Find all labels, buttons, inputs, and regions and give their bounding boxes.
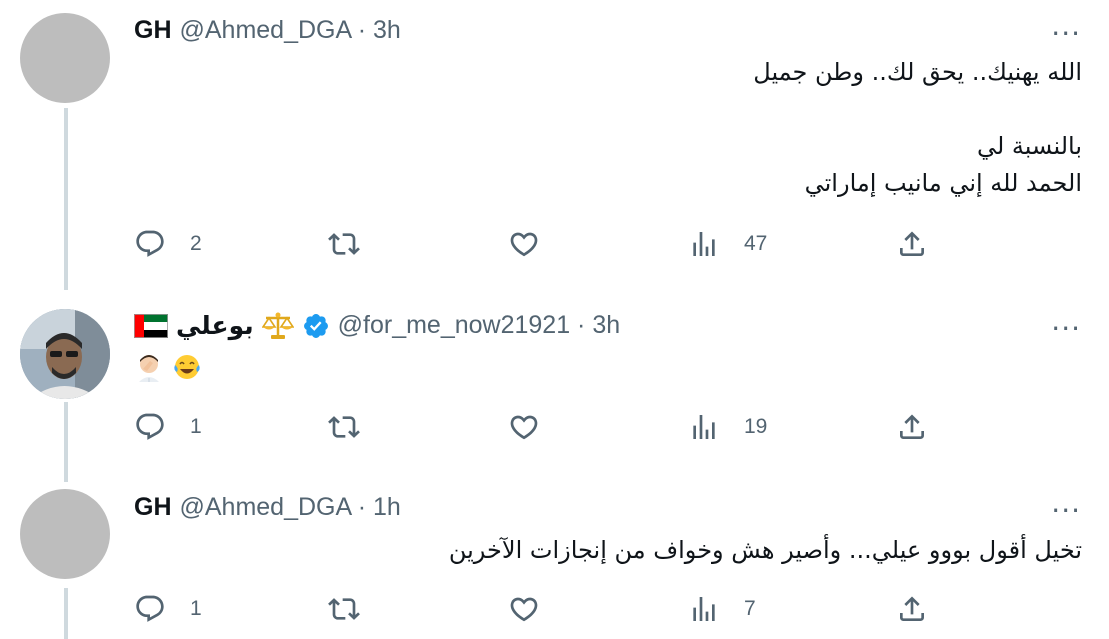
like-icon	[508, 593, 540, 625]
avatar[interactable]	[20, 489, 110, 579]
verified-badge-icon[interactable]	[302, 312, 330, 340]
avatar[interactable]	[20, 13, 110, 103]
like-button[interactable]	[508, 411, 540, 443]
tweet-actions: 2 47	[134, 228, 934, 268]
reply-icon	[134, 228, 166, 260]
share-button[interactable]	[896, 228, 928, 260]
emoji-line	[134, 348, 202, 385]
author-name[interactable]: بوعلي	[176, 311, 254, 340]
views-icon	[688, 411, 720, 443]
like-button[interactable]	[508, 228, 540, 260]
more-icon[interactable]: ···	[1051, 20, 1081, 48]
thread-line	[64, 108, 68, 290]
like-icon	[508, 228, 540, 260]
reply-icon	[134, 411, 166, 443]
more-icon[interactable]: ···	[1051, 315, 1081, 343]
retweet-icon	[328, 593, 360, 625]
tears-of-joy-emoji	[174, 354, 200, 379]
like-button[interactable]	[508, 593, 540, 625]
tweet-line: بالنسبة لي	[976, 132, 1082, 160]
reply-count: 1	[190, 415, 202, 438]
retweet-button[interactable]	[328, 593, 360, 625]
retweet-icon	[328, 411, 360, 443]
author-handle[interactable]: @for_me_now21921 · 3h	[338, 311, 621, 340]
author-name[interactable]: GH	[134, 493, 172, 522]
reply-button[interactable]: 1	[134, 593, 202, 625]
facepalm-emoji	[139, 354, 159, 382]
views-count: 7	[744, 597, 756, 620]
tweet-line: تخيل أقول بووو عيلي... وأصير هش وخواف من…	[448, 536, 1082, 564]
reply-count: 1	[190, 597, 202, 620]
avatar-photo	[20, 309, 110, 399]
thread-line	[64, 588, 68, 639]
views-count: 19	[744, 415, 768, 438]
share-icon	[896, 593, 928, 625]
tweet-header: بوعلي @for_me_now21921 · 3h	[134, 311, 620, 340]
share-button[interactable]	[896, 593, 928, 625]
views-icon	[688, 593, 720, 625]
reply-icon	[134, 593, 166, 625]
retweet-button[interactable]	[328, 228, 360, 260]
views-button[interactable]: 47	[688, 228, 767, 260]
reply-button[interactable]: 1	[134, 411, 202, 443]
author-handle[interactable]: @Ahmed_DGA · 1h	[180, 493, 401, 522]
tweet-actions: 1 19	[134, 411, 934, 451]
share-button[interactable]	[896, 411, 928, 443]
views-button[interactable]: 19	[688, 411, 767, 443]
tweet-line: الحمد لله إني مانيب إماراتي	[804, 169, 1082, 197]
tweet-line: الله يهنيك.. يحق لك.. وطن جميل	[753, 58, 1082, 86]
tweet-text: تخيل أقول بووو عيلي... وأصير هش وخواف من…	[449, 532, 1082, 569]
retweet-icon	[328, 228, 360, 260]
tweet-text: الله يهنيك.. يحق لك.. وطن جميل بالنسبة ل…	[753, 54, 1082, 202]
thread-line	[64, 402, 68, 482]
uae-flag-icon	[134, 313, 168, 338]
avatar[interactable]	[20, 309, 110, 399]
share-icon	[896, 228, 928, 260]
tweet-header: GH @Ahmed_DGA · 1h	[134, 493, 401, 522]
more-icon[interactable]: ···	[1051, 497, 1081, 525]
views-button[interactable]: 7	[688, 593, 756, 625]
scales-icon	[261, 312, 294, 339]
retweet-button[interactable]	[328, 411, 360, 443]
share-icon	[896, 411, 928, 443]
reply-count: 2	[190, 232, 202, 255]
tweet-line	[753, 91, 1082, 128]
like-icon	[508, 411, 540, 443]
views-icon	[688, 228, 720, 260]
tweet-header: GH @Ahmed_DGA · 3h	[134, 16, 401, 45]
tweet-actions: 1 7	[134, 593, 934, 633]
author-name[interactable]: GH	[134, 16, 172, 45]
reply-button[interactable]: 2	[134, 228, 202, 260]
views-count: 47	[744, 232, 768, 255]
tweet-text	[134, 348, 202, 385]
author-handle[interactable]: @Ahmed_DGA · 3h	[180, 16, 401, 45]
